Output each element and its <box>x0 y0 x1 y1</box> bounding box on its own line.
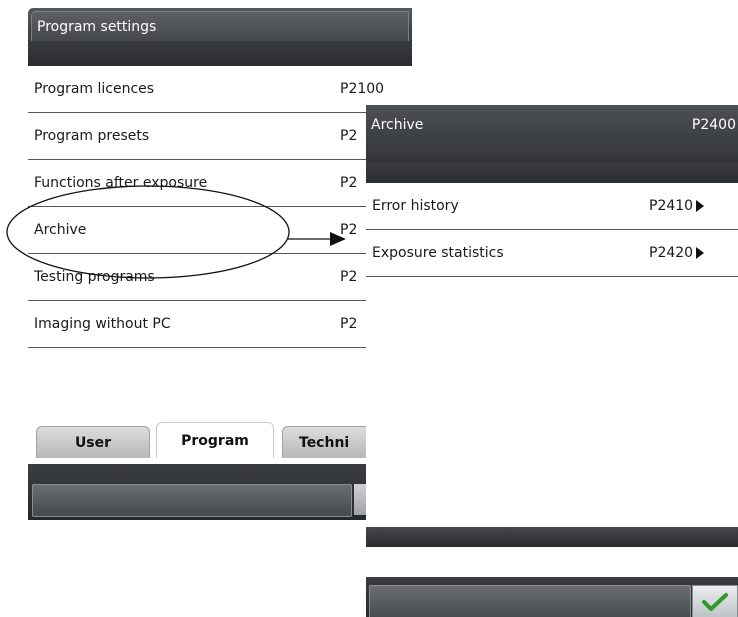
panel-code: P2400 <box>691 117 736 133</box>
menu-item-code: P2410 <box>649 198 694 214</box>
menu-item-code: P2 <box>340 175 358 191</box>
menu-item-label: Program presets <box>34 128 150 144</box>
menu-item-imaging-without-pc[interactable]: Imaging without PC P2 <box>28 301 412 348</box>
chevron-right-icon <box>696 247 704 259</box>
chevron-right-icon <box>696 200 704 212</box>
panel-title-bar: Archive P2400 <box>366 105 738 145</box>
menu-item-exposure-statistics[interactable]: Exposure statistics P2420 <box>366 230 738 277</box>
menu-item-label: Program licences <box>34 81 155 97</box>
tab-program[interactable]: Program <box>156 422 274 458</box>
footer-bar <box>366 527 738 547</box>
archive-panel: Archive P2400 Error history P2410 Exposu… <box>366 105 738 617</box>
checkmark-icon <box>702 593 728 611</box>
menu-item-label: Exposure statistics <box>372 245 504 261</box>
status-field <box>32 484 352 517</box>
panel-footer <box>366 527 738 617</box>
menu-item-code: P2420 <box>649 245 694 261</box>
panel-title: Archive <box>371 117 424 133</box>
panel-title: Program settings <box>31 11 409 41</box>
confirm-button[interactable] <box>692 585 738 617</box>
menu-item-code: P2 <box>340 269 358 285</box>
menu-item-label: Archive <box>34 222 87 238</box>
menu-item-label: Functions after exposure <box>34 175 208 191</box>
panel-header: Program settings <box>28 8 412 66</box>
menu-item-code: P2 <box>340 128 358 144</box>
tab-bar: User Program Techni <box>28 416 412 458</box>
menu-item-archive[interactable]: Archive P2 <box>28 207 412 254</box>
menu-item-label: Error history <box>372 198 459 214</box>
panel-subheader <box>366 163 738 183</box>
panel-footer <box>28 464 412 520</box>
menu-item-label: Imaging without PC <box>34 316 171 332</box>
menu-item-code: P2 <box>340 316 358 332</box>
menu-item-error-history[interactable]: Error history P2410 <box>366 183 738 230</box>
tab-user[interactable]: User <box>36 426 150 458</box>
menu-item-program-presets[interactable]: Program presets P2 <box>28 113 412 160</box>
status-field <box>369 585 691 617</box>
program-settings-panel: Program settings Program licences P2100 … <box>28 8 412 520</box>
panel-header: Archive P2400 <box>366 105 738 183</box>
menu-item-functions-after-exposure[interactable]: Functions after exposure P2 <box>28 160 412 207</box>
menu-item-testing-programs[interactable]: Testing programs P2 <box>28 254 412 301</box>
menu-item-label: Testing programs <box>34 269 155 285</box>
menu-item-code: P2 <box>340 222 358 238</box>
menu-item-program-licences[interactable]: Program licences P2100 <box>28 66 412 113</box>
